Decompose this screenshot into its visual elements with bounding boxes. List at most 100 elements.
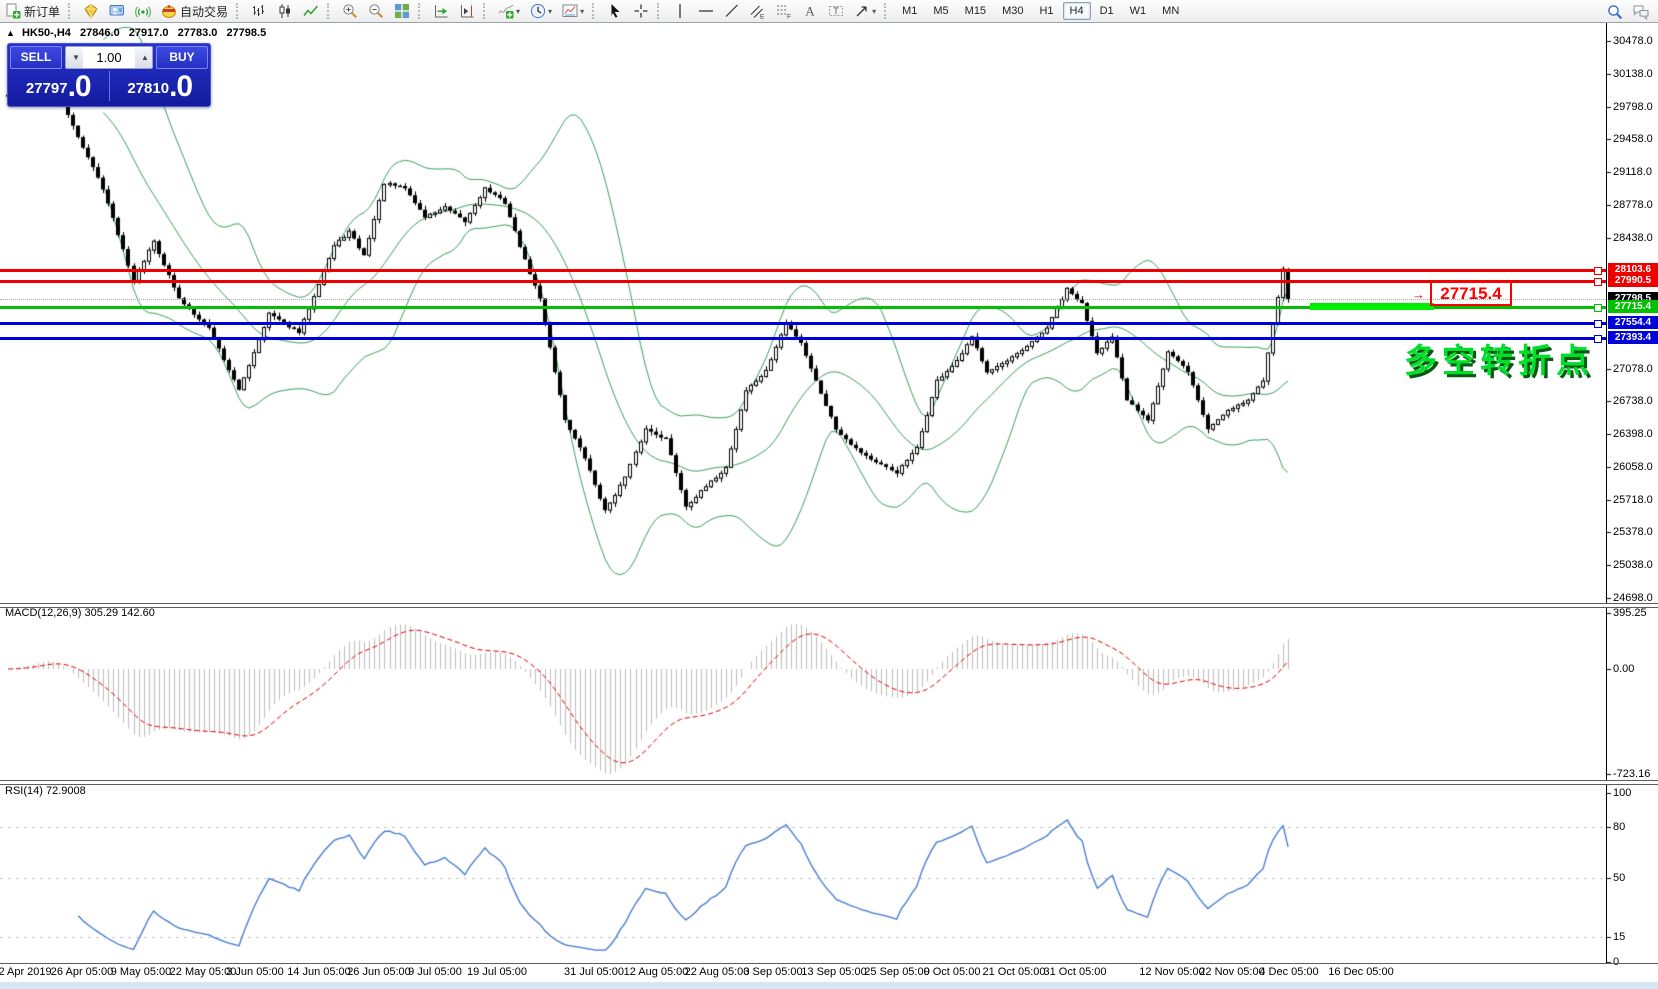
time-axis-label[interactable]: 26 Jun 05:00 (347, 966, 411, 978)
time-axis-label[interactable]: 9 May 05:00 (111, 966, 172, 978)
time-axis-label[interactable]: 19 Jul 05:00 (467, 966, 527, 978)
vertical-line-button[interactable] (668, 0, 692, 22)
crosshair-button[interactable] (629, 0, 653, 22)
periods-icon (530, 3, 546, 19)
new-order-button[interactable]: 新订单 (1, 0, 64, 22)
current-bid-line[interactable] (0, 299, 1606, 300)
time-axis-label[interactable]: 21 Oct 05:00 (983, 966, 1046, 978)
pivot-point-note-cn[interactable]: 多空转折点 (1404, 334, 1594, 382)
buy-button[interactable]: BUY (156, 46, 208, 69)
tile-windows-button[interactable] (390, 0, 414, 22)
chart-shift-button[interactable] (455, 0, 479, 22)
support-line[interactable] (0, 337, 1606, 340)
sell-button[interactable]: SELL (10, 46, 62, 69)
templates-button[interactable]: ▾ (558, 0, 588, 22)
fibonacci-button[interactable]: F (772, 0, 796, 22)
indicators-button[interactable]: ▾ (494, 0, 524, 22)
sell-price[interactable]: 27797 .0 (8, 69, 109, 103)
time-axis-label[interactable]: 31 Oct 05:00 (1044, 966, 1107, 978)
timeframe-h4-button[interactable]: H4 (1063, 2, 1091, 20)
ohlc-close: 27798.5 (226, 27, 266, 39)
time-axis-label[interactable]: 16 Dec 05:00 (1328, 966, 1393, 978)
price-axis-line (1606, 22, 1607, 963)
zoom-out-button[interactable] (364, 0, 388, 22)
candlestick-chart-button[interactable] (273, 0, 297, 22)
time-axis-label[interactable]: 13 Sep 05:00 (801, 966, 866, 978)
buy-price[interactable]: 27810 .0 (110, 69, 211, 103)
line-handle[interactable] (1594, 267, 1602, 275)
text-button[interactable]: A (798, 0, 822, 22)
zoom-in-button[interactable] (338, 0, 362, 22)
time-axis-label[interactable]: 12 Aug 05:00 (624, 966, 689, 978)
time-axis-label[interactable]: 12 Apr 2019 (0, 966, 52, 978)
time-axis-label[interactable]: 9 Jul 05:00 (408, 966, 462, 978)
green-highlight-segment[interactable] (1310, 303, 1434, 310)
horizontal-line-button[interactable] (694, 0, 718, 22)
price-axis-tick: 27078.0 (1613, 363, 1653, 375)
chevron-down-icon[interactable]: ▾ (516, 7, 520, 16)
timeframe-m15-button[interactable]: M15 (958, 2, 993, 20)
community-button[interactable] (105, 0, 129, 22)
text-label-button[interactable]: T (824, 0, 848, 22)
chevron-down-icon[interactable]: ▾ (872, 7, 876, 16)
bar-chart-button[interactable] (247, 0, 271, 22)
cursor-button[interactable] (603, 0, 627, 22)
main-toolbar: 新订单 自动交易 ▾ ▾ ▾ EFAT ▾ M1M5M15M30H1H4D1W1MN (0, 0, 1658, 23)
toolbar-separator (68, 3, 75, 19)
chevron-down-icon[interactable]: ▾ (580, 7, 584, 16)
timeframe-mn-button[interactable]: MN (1155, 2, 1186, 20)
rsi-panel-separator[interactable] (0, 780, 1658, 785)
timeframe-m5-button[interactable]: M5 (926, 2, 955, 20)
time-axis-label[interactable]: 31 Jul 05:00 (564, 966, 624, 978)
support-line[interactable] (0, 322, 1606, 325)
price-annotation-box[interactable]: 27715.4 (1430, 281, 1512, 306)
periods-button[interactable]: ▾ (526, 0, 556, 22)
timeframe-h1-button[interactable]: H1 (1032, 2, 1060, 20)
time-axis-label[interactable]: 3 Jun 05:00 (226, 966, 284, 978)
rsi-indicator-label: RSI(14) 72.9008 (5, 785, 86, 797)
time-axis-label[interactable]: 25 Sep 05:00 (864, 966, 929, 978)
time-axis-label[interactable]: 4 Dec 05:00 (1259, 966, 1318, 978)
equidistant-channel-button[interactable]: E (746, 0, 770, 22)
fibo-icon: F (776, 3, 792, 19)
time-axis-label[interactable]: 14 Jun 05:00 (287, 966, 351, 978)
signals-button[interactable] (131, 0, 155, 22)
search-button[interactable] (1603, 1, 1627, 23)
timeframe-m30-button[interactable]: M30 (995, 2, 1030, 20)
auto-scroll-button[interactable] (429, 0, 453, 22)
timeframe-w1-button[interactable]: W1 (1123, 2, 1154, 20)
time-axis-label[interactable]: 26 Apr 05:00 (51, 966, 113, 978)
arrows-button[interactable]: ▾ (850, 0, 880, 22)
auto-trading-button[interactable]: 自动交易 (157, 0, 232, 22)
time-axis-label[interactable]: 9 Oct 05:00 (924, 966, 981, 978)
line-handle[interactable] (1594, 335, 1602, 343)
line-chart-button[interactable] (299, 0, 323, 22)
time-axis-label[interactable]: 12 Nov 05:00 (1139, 966, 1204, 978)
chart-area[interactable] (0, 0, 1658, 989)
trendline-button[interactable] (720, 0, 744, 22)
volume-input[interactable] (83, 49, 135, 66)
chat-button[interactable] (1629, 1, 1653, 23)
market-button[interactable] (79, 0, 103, 22)
sell-price-big-digit: .0 (68, 72, 91, 102)
timeframe-d1-button[interactable]: D1 (1093, 2, 1121, 20)
resistance-line[interactable] (0, 280, 1606, 283)
macd-panel-separator[interactable] (0, 603, 1658, 608)
volume-down-button[interactable]: ▼ (66, 47, 83, 68)
volume-up-button[interactable]: ▲ (135, 47, 152, 68)
time-axis-label[interactable]: 3 Sep 05:00 (743, 966, 802, 978)
chevron-down-icon[interactable]: ▾ (548, 7, 552, 16)
volume-stepper: ▼ ▲ (65, 46, 153, 69)
line-handle[interactable] (1594, 320, 1602, 328)
collapse-panel-icon[interactable]: ▲ (6, 28, 15, 38)
time-axis-label[interactable]: 22 Nov 05:00 (1199, 966, 1264, 978)
line-handle[interactable] (1594, 278, 1602, 286)
symbol-ohlc-line[interactable]: ▲ HK50-,H4 27846.0 27917.0 27783.0 27798… (6, 27, 272, 39)
indicators-icon (498, 3, 514, 19)
resistance-line[interactable] (0, 269, 1606, 272)
timeframe-m1-button[interactable]: M1 (895, 2, 924, 20)
text-icon: A (802, 3, 818, 19)
line-handle[interactable] (1594, 304, 1602, 312)
macd-axis-tick: -723.16 (1613, 768, 1650, 780)
time-axis-label[interactable]: 22 Aug 05:00 (685, 966, 750, 978)
